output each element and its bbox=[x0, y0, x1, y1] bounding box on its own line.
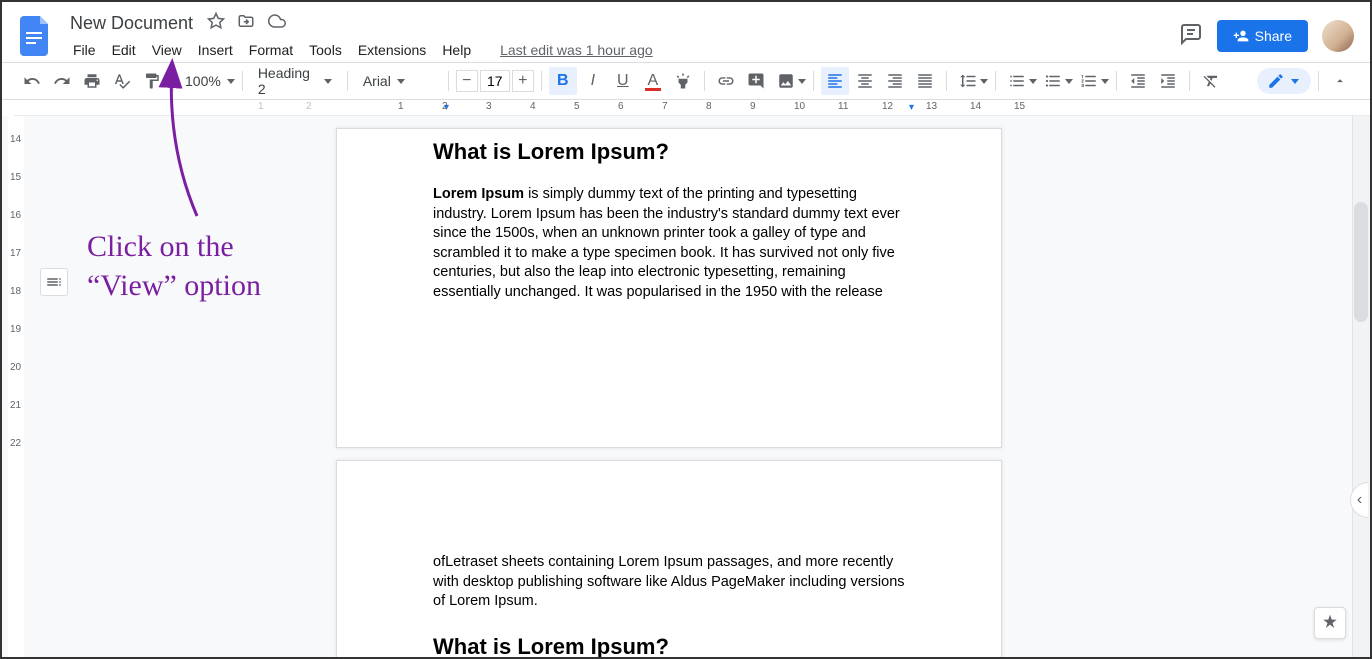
editing-mode-button[interactable] bbox=[1257, 68, 1311, 94]
toolbar-separator bbox=[242, 71, 243, 91]
star-icon[interactable] bbox=[207, 12, 225, 35]
user-avatar[interactable] bbox=[1322, 20, 1354, 52]
menu-help[interactable]: Help bbox=[435, 38, 478, 62]
chevron-down-icon bbox=[397, 79, 405, 84]
toolbar-separator bbox=[347, 71, 348, 91]
underline-button[interactable]: U bbox=[609, 67, 637, 95]
italic-button[interactable]: I bbox=[579, 67, 607, 95]
title-area: New Document File Edit View Insert Forma… bbox=[66, 11, 1179, 62]
app-header: New Document File Edit View Insert Forma… bbox=[2, 2, 1370, 62]
redo-button[interactable] bbox=[48, 67, 76, 95]
page1-heading: What is Lorem Ipsum? bbox=[433, 139, 905, 165]
docs-logo-icon[interactable] bbox=[18, 12, 54, 60]
decrease-indent-button[interactable] bbox=[1124, 67, 1152, 95]
toolbar-separator bbox=[541, 71, 542, 91]
vertical-ruler[interactable]: 141516171819202122 bbox=[8, 116, 24, 657]
annotation-arrow bbox=[157, 56, 217, 226]
document-page-1[interactable]: What is Lorem Ipsum? Lorem Ipsum is simp… bbox=[336, 128, 1002, 448]
indent-marker-right-icon[interactable]: ▾ bbox=[909, 102, 914, 113]
add-comment-button[interactable] bbox=[742, 67, 770, 95]
menu-bar: File Edit View Insert Format Tools Exten… bbox=[66, 38, 1179, 62]
header-right: Share bbox=[1179, 20, 1354, 52]
spellcheck-button[interactable] bbox=[108, 67, 136, 95]
numbered-dropdown-icon[interactable] bbox=[1101, 79, 1109, 84]
toolbar-separator bbox=[704, 71, 705, 91]
align-center-button[interactable] bbox=[851, 67, 879, 95]
numbered-list-button[interactable] bbox=[1075, 67, 1103, 95]
chevron-down-icon bbox=[324, 79, 332, 84]
image-dropdown-icon[interactable] bbox=[798, 79, 806, 84]
text-color-button[interactable]: A bbox=[639, 67, 667, 95]
page1-body: Lorem Ipsum is simply dummy text of the … bbox=[433, 185, 905, 302]
bulleted-list-button[interactable] bbox=[1039, 67, 1067, 95]
comment-history-icon[interactable] bbox=[1179, 22, 1203, 51]
share-button-label: Share bbox=[1255, 28, 1292, 44]
font-select[interactable]: Arial bbox=[355, 69, 441, 93]
paragraph-style-select[interactable]: Heading 2 bbox=[250, 61, 340, 101]
vertical-scrollbar-track[interactable] bbox=[1352, 116, 1370, 657]
toolbar-separator bbox=[813, 71, 814, 91]
font-size-decrease[interactable]: − bbox=[456, 70, 478, 92]
clear-formatting-button[interactable] bbox=[1197, 67, 1225, 95]
print-button[interactable] bbox=[78, 67, 106, 95]
document-title[interactable]: New Document bbox=[66, 11, 197, 36]
align-left-button[interactable] bbox=[821, 67, 849, 95]
align-justify-button[interactable] bbox=[911, 67, 939, 95]
undo-button[interactable] bbox=[18, 67, 46, 95]
spacing-dropdown-icon[interactable] bbox=[980, 79, 988, 84]
menu-format[interactable]: Format bbox=[242, 38, 300, 62]
checklist-button[interactable] bbox=[1003, 67, 1031, 95]
insert-image-button[interactable] bbox=[772, 67, 800, 95]
align-right-button[interactable] bbox=[881, 67, 909, 95]
toolbar-separator bbox=[946, 71, 947, 91]
page2-body: ofLetraset sheets containing Lorem Ipsum… bbox=[433, 553, 905, 612]
horizontal-ruler[interactable]: ▾ ▾ 21123456789101112131415 bbox=[14, 100, 1370, 116]
toolbar-separator bbox=[1116, 71, 1117, 91]
toolbar-separator bbox=[1189, 71, 1190, 91]
insert-link-button[interactable] bbox=[712, 67, 740, 95]
toolbar-separator bbox=[1318, 71, 1319, 91]
menu-edit[interactable]: Edit bbox=[105, 38, 143, 62]
menu-file[interactable]: File bbox=[66, 38, 103, 62]
highlight-button[interactable] bbox=[669, 67, 697, 95]
menu-tools[interactable]: Tools bbox=[302, 38, 349, 62]
page2-heading: What is Lorem Ipsum? bbox=[433, 634, 905, 657]
bold-button[interactable]: B bbox=[549, 67, 577, 95]
annotation-text: Click on the “View” option bbox=[87, 227, 261, 305]
document-page-2[interactable]: ofLetraset sheets containing Lorem Ipsum… bbox=[336, 460, 1002, 657]
zoom-dropdown-icon[interactable] bbox=[227, 79, 235, 84]
cloud-status-icon[interactable] bbox=[267, 12, 287, 35]
share-button[interactable]: Share bbox=[1217, 20, 1308, 52]
last-edit-link[interactable]: Last edit was 1 hour ago bbox=[500, 42, 653, 58]
bulleted-dropdown-icon[interactable] bbox=[1065, 79, 1073, 84]
show-outline-button[interactable] bbox=[40, 268, 68, 296]
toolbar-separator bbox=[448, 71, 449, 91]
toolbar-separator bbox=[995, 71, 996, 91]
font-size-increase[interactable]: + bbox=[512, 70, 534, 92]
explore-button[interactable] bbox=[1314, 607, 1346, 639]
pencil-icon bbox=[1267, 72, 1285, 90]
menu-extensions[interactable]: Extensions bbox=[351, 38, 433, 62]
font-size-input[interactable] bbox=[480, 70, 510, 92]
chevron-down-icon bbox=[1291, 79, 1299, 84]
collapse-toolbar-icon[interactable] bbox=[1326, 67, 1354, 95]
vertical-scrollbar-thumb[interactable] bbox=[1354, 202, 1368, 322]
line-spacing-button[interactable] bbox=[954, 67, 982, 95]
increase-indent-button[interactable] bbox=[1154, 67, 1182, 95]
title-icons bbox=[207, 12, 287, 35]
move-icon[interactable] bbox=[237, 12, 255, 35]
checklist-dropdown-icon[interactable] bbox=[1029, 79, 1037, 84]
person-add-icon bbox=[1233, 28, 1249, 44]
